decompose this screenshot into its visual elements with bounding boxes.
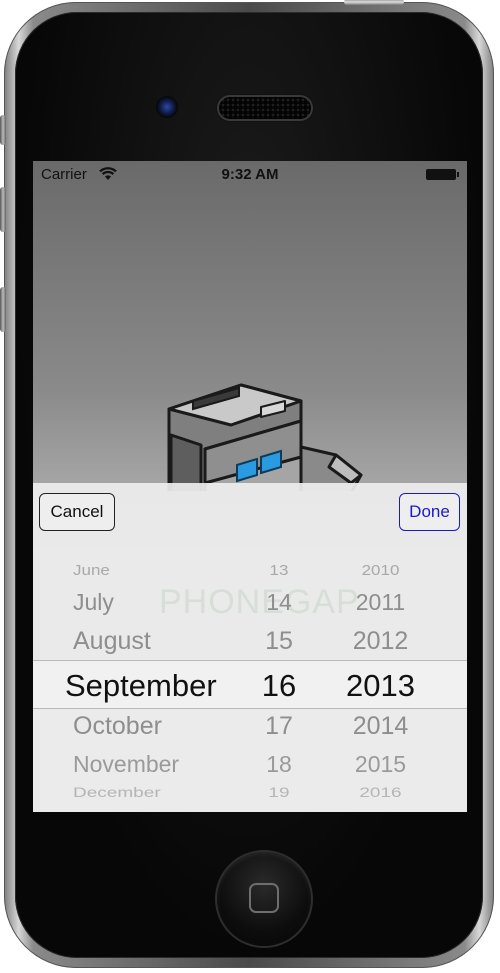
month-row[interactable]: November bbox=[73, 751, 258, 778]
day-row[interactable]: 15 bbox=[251, 627, 307, 656]
year-row-selected[interactable]: 2013 bbox=[333, 668, 428, 704]
month-wheel[interactable]: June June July August September October … bbox=[65, 483, 258, 812]
volume-up-button[interactable] bbox=[0, 187, 6, 232]
year-row[interactable]: 2014 bbox=[333, 712, 428, 741]
day-row-selected[interactable]: 16 bbox=[251, 668, 307, 704]
day-row[interactable]: 14 bbox=[251, 589, 307, 616]
year-row[interactable]: 2015 bbox=[333, 751, 428, 778]
month-row[interactable]: June bbox=[73, 562, 258, 579]
volume-down-button[interactable] bbox=[0, 287, 6, 332]
front-camera bbox=[156, 96, 178, 118]
day-row[interactable]: 13 bbox=[251, 562, 307, 579]
home-square-icon bbox=[249, 883, 279, 913]
year-row[interactable]: 2012 bbox=[333, 627, 428, 656]
robot-illustration bbox=[167, 383, 363, 491]
earpiece-speaker bbox=[219, 97, 311, 119]
screen: Carrier 9:32 AM PHONEGAP Cancel Done Jun… bbox=[33, 161, 467, 812]
battery-tip bbox=[457, 172, 459, 177]
day-row[interactable]: 19 bbox=[251, 785, 307, 802]
sleep-button[interactable] bbox=[344, 0, 404, 5]
month-row[interactable]: October bbox=[73, 712, 258, 741]
year-row[interactable]: 2010 bbox=[333, 562, 428, 579]
year-wheel[interactable]: 2010 2011 2012 2013 2014 2015 2016 bbox=[333, 483, 428, 812]
day-wheel[interactable]: 13 14 15 16 17 18 19 bbox=[251, 483, 307, 812]
battery-icon bbox=[426, 169, 459, 180]
date-picker-panel: PHONEGAP Cancel Done June June July Augu… bbox=[33, 483, 467, 812]
month-row[interactable]: December bbox=[73, 785, 258, 802]
month-row-selected[interactable]: September bbox=[65, 668, 258, 704]
day-row[interactable]: 17 bbox=[251, 712, 307, 741]
status-bar: Carrier 9:32 AM bbox=[33, 161, 467, 189]
year-row[interactable]: 2016 bbox=[333, 785, 428, 802]
year-row[interactable]: 2011 bbox=[333, 589, 428, 616]
month-row[interactable]: July bbox=[73, 589, 258, 616]
month-row[interactable]: August bbox=[73, 627, 258, 656]
day-row[interactable]: 18 bbox=[251, 751, 307, 778]
status-time: 9:32 AM bbox=[221, 166, 279, 183]
mute-switch[interactable] bbox=[0, 115, 6, 145]
home-button[interactable] bbox=[217, 852, 311, 946]
